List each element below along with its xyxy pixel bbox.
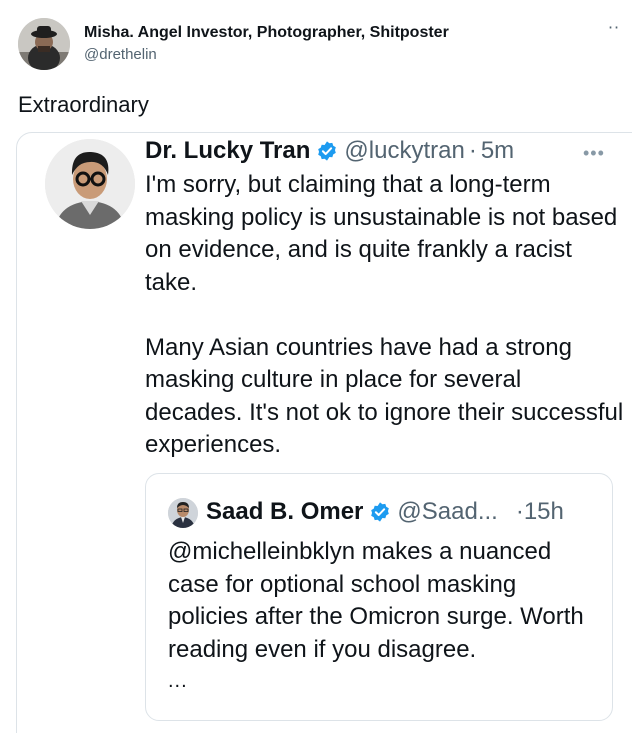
embedded-author-handle: @luckytran <box>344 137 465 164</box>
quoted-avatar <box>168 498 198 528</box>
embedded-timestamp: 5m <box>480 137 515 164</box>
embedded-more-icon: ••• <box>583 143 605 163</box>
quoted-author-name: Saad B. Omer <box>206 498 364 525</box>
embedded-tweet-header: Dr. Lucky Tran @luckytran · 5m <box>145 135 514 167</box>
avatar-photo-icon <box>168 498 198 528</box>
embedded-avatar <box>45 139 135 229</box>
tweet-text: Extraordinary <box>18 92 149 117</box>
embedded-tweet-body: I'm sorry, but claiming that a long-term… <box>145 169 625 462</box>
embedded-paragraph-2: Many Asian countries have had a strong m… <box>145 333 624 459</box>
author-handle[interactable]: @drethelin <box>84 46 157 63</box>
avatar[interactable] <box>18 18 70 70</box>
embedded-tweet-image[interactable]: Dr. Lucky Tran @luckytran · 5m ••• I'm s… <box>16 132 632 733</box>
quoted-tweet-ellipsis: ... <box>168 670 188 692</box>
embedded-author-name: Dr. Lucky Tran <box>145 137 311 164</box>
outer-tweet-header: Misha. Angel Investor, Photographer, Shi… <box>18 18 620 74</box>
separator-dot: · <box>468 137 477 164</box>
more-options-icon[interactable]: ⋅⋅ <box>608 21 620 37</box>
quoted-tweet-header: Saad B. Omer @Saad... ·15h <box>206 496 564 528</box>
quoted-timestamp: ·15h <box>515 498 564 525</box>
avatar-photo-icon <box>18 18 70 70</box>
quoted-tweet-body: @michelleinbklyn makes a nuanced case fo… <box>168 538 584 663</box>
avatar-photo-icon <box>45 139 135 229</box>
author-name[interactable]: Misha. Angel Investor, Photographer, Shi… <box>84 24 449 42</box>
verified-badge-icon <box>371 502 390 522</box>
embedded-paragraph-1: I'm sorry, but claiming that a long-term… <box>145 171 618 296</box>
verified-badge-icon <box>318 141 337 161</box>
quoted-tweet: Saad B. Omer @Saad... ·15h @michelleinbk… <box>145 473 613 721</box>
tweet-page: Misha. Angel Investor, Photographer, Shi… <box>0 0 632 733</box>
quoted-author-handle: @Saad... <box>397 498 498 525</box>
